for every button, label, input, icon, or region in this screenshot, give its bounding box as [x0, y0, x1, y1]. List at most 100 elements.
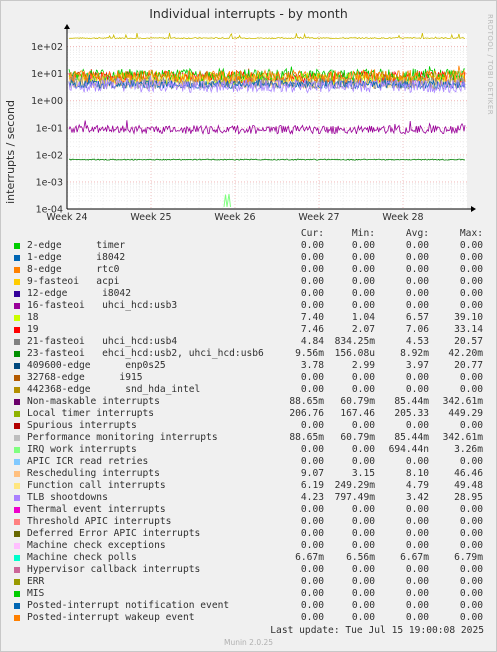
legend-swatch — [14, 387, 20, 393]
legend-swatch — [14, 303, 20, 309]
legend-max-value: 3.26m — [454, 444, 483, 455]
x-axis-arrow — [471, 206, 476, 212]
legend-swatch — [14, 579, 20, 585]
legend-row: Threshold APIC interrupts 0.00 0.00 0.00 0.0… — [12, 516, 492, 528]
legend-label: Performance monitoring interrupts — [27, 432, 218, 443]
legend-row: IRQ work interrupts 0.00 0.00 694.44n 3.26m — [12, 444, 492, 456]
legend-max-value: 0.00 — [459, 504, 483, 515]
legend-row: 409600-edge enp0s25 3.78 2.99 3.97 20.77 — [12, 360, 492, 372]
y-tick-label: 1e+00 — [31, 96, 63, 107]
legend-swatch — [14, 423, 20, 429]
legend-max-value: 0.00 — [459, 252, 483, 263]
legend-header-row: Cur: Min: Avg: Max: — [12, 228, 492, 240]
legend-label: 409600-edge enp0s25 — [27, 360, 166, 371]
legend-swatch — [14, 351, 20, 357]
legend-max-value: 20.77 — [454, 360, 483, 371]
legend-max-value: 33.14 — [454, 324, 483, 335]
legend-max-value: 6.79m — [454, 552, 483, 563]
legend-label: Machine check exceptions — [27, 540, 166, 551]
legend-label: 32768-edge i915 — [27, 372, 143, 383]
legend-row: 16-fasteoi uhci_hcd:usb3 0.00 0.00 0.00 0.00 — [12, 300, 492, 312]
legend-row: 442368-edge snd_hda_intel 0.00 0.00 0.00 0.0… — [12, 384, 492, 396]
legend-row: Machine check exceptions 0.00 0.00 0.00 0.00 — [12, 540, 492, 552]
legend-swatch — [14, 459, 20, 465]
legend-label: Spurious interrupts — [27, 420, 137, 431]
legend-max-value: 0.00 — [459, 420, 483, 431]
legend-max-value: 0.00 — [459, 456, 483, 467]
legend-swatch — [14, 315, 20, 321]
legend-row: 9-fasteoi acpi 0.00 0.00 0.00 0.00 — [12, 276, 492, 288]
legend-max-value: 0.00 — [459, 516, 483, 527]
legend-swatch — [14, 255, 20, 261]
legend-label: Hypervisor callback interrupts — [27, 564, 201, 575]
legend-max-value: 0.00 — [459, 300, 483, 311]
x-tick-label: Week 27 — [298, 212, 339, 223]
header-max: Max: — [459, 228, 483, 239]
legend-row: Hypervisor callback interrupts 0.00 0.00 0.… — [12, 564, 492, 576]
legend-row: 32768-edge i915 0.00 0.00 0.00 0.00 — [12, 372, 492, 384]
legend-label: 21-fasteoi uhci_hcd:usb4 — [27, 336, 178, 347]
legend-swatch — [14, 507, 20, 513]
y-tick-label: 1e-02 — [36, 150, 63, 161]
legend-row: 18 7.40 1.04 6.57 39.10 — [12, 312, 492, 324]
legend-row: ERR 0.00 0.00 0.00 0.00 — [12, 576, 492, 588]
legend-max-value: 0.00 — [459, 264, 483, 275]
legend-row: Posted-interrupt notification event 0.00 0… — [12, 600, 492, 612]
legend-swatch — [14, 339, 20, 345]
legend-swatch — [14, 267, 20, 273]
legend-row: Machine check polls 6.67m 6.56m 6.67m 6.79m — [12, 552, 492, 564]
legend-row: APIC ICR read retries 0.00 0.00 0.00 0.00 — [12, 456, 492, 468]
x-tick-label: Week 26 — [214, 212, 255, 223]
legend-row: Non-maskable interrupts 88.65m 60.79m 85.44… — [12, 396, 492, 408]
legend-row: Function call interrupts 6.19 249.29m 4.79 4… — [12, 480, 492, 492]
legend-max-value: 49.48 — [454, 480, 483, 491]
legend-max-value: 449.29 — [448, 408, 483, 419]
legend-label: IRQ work interrupts — [27, 444, 137, 455]
legend-swatch — [14, 363, 20, 369]
legend-label: ERR — [27, 576, 45, 587]
y-tick-label: 1e+01 — [31, 69, 63, 80]
legend-max-value: 0.00 — [459, 600, 483, 611]
legend-row: MIS 0.00 0.00 0.00 0.00 — [12, 588, 492, 600]
legend-max-value: 342.61m — [442, 396, 483, 407]
legend-label: Local timer interrupts — [27, 408, 155, 419]
legend-swatch — [14, 327, 20, 333]
legend-max-value: 0.00 — [459, 564, 483, 575]
legend-swatch — [14, 435, 20, 441]
legend-max-value: 0.00 — [459, 384, 483, 395]
legend-swatch — [14, 555, 20, 561]
legend-label: Threshold APIC interrupts — [27, 516, 172, 527]
legend-row: Thermal event interrupts 0.00 0.00 0.00 0.00 — [12, 504, 492, 516]
legend-max-value: 46.46 — [454, 468, 483, 479]
legend-swatch — [14, 447, 20, 453]
legend-label: 16-fasteoi uhci_hcd:usb3 — [27, 300, 178, 311]
y-tick-label: 1e-01 — [36, 123, 63, 134]
legend-max-value: 0.00 — [459, 288, 483, 299]
legend-label: TLB shootdowns — [27, 492, 108, 503]
legend-row: Local timer interrupts 206.76 167.46 205.33… — [12, 408, 492, 420]
munin-version: Munin 2.0.25 — [223, 638, 274, 647]
y-tick-label: 1e-03 — [36, 177, 63, 188]
legend-label: 12-edge i8042 — [27, 288, 131, 299]
chart-plot: 1e+021e+011e+001e-011e-021e-031e-04Week … — [31, 24, 476, 223]
x-tick-label: Week 24 — [46, 212, 87, 223]
x-tick-label: Week 25 — [130, 212, 171, 223]
legend-swatch — [14, 519, 20, 525]
legend-row: Deferred Error APIC interrupts 0.00 0.00 0.… — [12, 528, 492, 540]
legend-max-value: 0.00 — [459, 576, 483, 587]
legend-row: 8-edge rtc0 0.00 0.00 0.00 0.00 — [12, 264, 492, 276]
legend-label: APIC ICR read retries — [27, 456, 149, 467]
y-tick-label: 1e+02 — [31, 42, 63, 53]
legend-label: Deferred Error APIC interrupts — [27, 528, 201, 539]
legend-label: 8-edge rtc0 — [27, 264, 120, 275]
legend-row: 23-fasteoi ehci_hcd:usb2, uhci_hcd:usb6 9… — [12, 348, 492, 360]
legend-label: 19 — [27, 324, 39, 335]
legend-label: Posted-interrupt wakeup event — [27, 612, 195, 623]
legend-row: 12-edge i8042 0.00 0.00 0.00 0.00 — [12, 288, 492, 300]
legend-swatch — [14, 291, 20, 297]
x-tick-label: Week 28 — [382, 212, 423, 223]
legend-swatch — [14, 543, 20, 549]
legend-swatch — [14, 411, 20, 417]
legend-row: Posted-interrupt wakeup event 0.00 0.00 0.0… — [12, 612, 492, 624]
legend-label: 23-fasteoi ehci_hcd:usb2, uhci_hcd:usb6 — [27, 348, 264, 359]
